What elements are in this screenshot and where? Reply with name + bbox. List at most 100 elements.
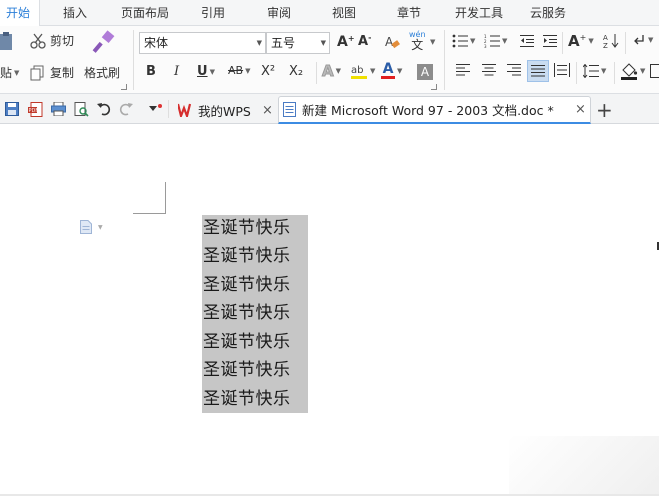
subscript-button[interactable]: X₂ [289,64,303,79]
text-line[interactable]: 圣诞节快乐 [203,271,303,299]
customize-toolbar-icon[interactable] [147,101,163,117]
text-line[interactable]: 圣诞节快乐 [203,242,303,270]
tab-my-wps-label: 我的WPS [198,103,251,119]
superscript-button[interactable]: X² [261,64,275,79]
menu-tab-insert[interactable]: 插入 [55,0,95,26]
divider [576,62,577,84]
align-right-button[interactable] [507,64,521,76]
numbered-list-icon: 123 [484,34,500,48]
align-justify-icon [531,65,545,77]
text-line[interactable]: 圣诞节快乐 [203,328,303,356]
strikethrough-button[interactable]: AB ▼ [228,64,250,77]
chevron-down-icon: ▼ [601,67,607,75]
text-line[interactable]: 圣诞节快乐 [203,356,303,384]
text-line[interactable]: 圣诞节快乐 [203,299,303,327]
bullets-button[interactable]: ▼ [452,34,475,48]
font-name-select[interactable]: 宋体 ▼ [139,32,266,54]
increase-indent-button[interactable] [543,34,557,48]
shading-button[interactable]: ▼ [620,62,645,80]
sort-button[interactable]: AZ [603,33,619,49]
pinyin-guide-button[interactable]: wén 文 [409,30,426,51]
line-spacing-button[interactable]: ▼ [583,64,606,78]
char-shading-button[interactable]: A [417,64,433,80]
borders-button[interactable] [650,64,659,78]
corner-watermark [509,436,659,496]
tab-document[interactable]: 新建 Microsoft Word 97 - 2003 文档.doc * × [278,96,591,124]
decrease-font-button[interactable]: A- [358,33,371,49]
close-icon[interactable]: × [262,103,273,118]
paste-dropdown[interactable]: 贴 ▼ [0,64,19,81]
align-left-button[interactable] [456,64,470,76]
paragraph-options[interactable]: ▼ [80,220,103,234]
close-icon[interactable]: × [575,102,586,117]
numbering-button[interactable]: 123 ▼ [484,34,507,48]
bold-button[interactable]: B [146,64,156,79]
chevron-down-icon: ▼ [588,37,594,45]
italic-button[interactable]: I [174,64,179,79]
menu-tab-developer[interactable]: 开发工具 [448,0,510,26]
font-color-button[interactable]: A ▼ [381,62,402,79]
font-launcher-icon[interactable] [431,84,437,90]
svg-text:3: 3 [484,44,487,48]
menu-tab-home[interactable]: 开始 [0,0,40,27]
font-size-select[interactable]: 五号 ▼ [266,32,330,54]
chevron-down-icon: ▼ [502,37,508,45]
chevron-down-icon: ▼ [397,66,403,75]
menu-tab-references[interactable]: 引用 [193,0,233,26]
format-painter-label: 格式刷 [84,66,121,80]
print-icon[interactable] [50,101,66,117]
cut-button[interactable]: 剪切 [30,32,74,49]
change-case-button[interactable]: A + ▼ [568,32,594,50]
export-pdf-icon[interactable]: PDF [27,101,43,117]
distribute-button[interactable] [554,63,570,77]
ribbon-home: 贴 ▼ 剪切 复制 格式刷 宋体 ▼ 五号 ▼ A + A- A wén 文 ▼… [0,26,659,94]
align-center-button[interactable] [482,64,496,76]
font-name-value: 宋体 [144,36,169,50]
cut-label: 剪切 [50,34,75,48]
tab-my-wps[interactable]: 我的WPS × [174,96,278,124]
print-preview-icon[interactable] [73,101,89,117]
text-effect-button[interactable]: A ▼ [322,62,341,81]
svg-text:PDF: PDF [28,108,38,114]
increase-font-icon: A [337,34,348,50]
highlight-button[interactable]: ab ▼ [350,62,375,80]
menu-tab-cloud[interactable]: 云服务 [522,0,574,26]
increase-font-button[interactable]: A + [337,34,355,51]
new-tab-button[interactable]: + [596,96,613,124]
pinyin-dropdown[interactable]: ▼ [428,38,435,46]
svg-text:A: A [603,34,608,42]
justify-button[interactable] [527,60,549,82]
redo-icon[interactable] [118,101,134,117]
highlighter-icon: ab [350,62,368,80]
menu-bar: 开始 插入 页面布局 引用 审阅 视图 章节 开发工具 云服务 [0,0,659,27]
decrease-indent-button[interactable] [520,34,534,48]
copy-button[interactable]: 复制 [30,64,74,81]
chevron-down-icon: ▼ [335,67,341,75]
save-icon[interactable] [4,101,20,117]
clear-format-button[interactable]: A [384,34,400,50]
distribute-icon [554,63,570,77]
menu-tab-review[interactable]: 审阅 [259,0,299,26]
menu-tab-view[interactable]: 视图 [324,0,364,26]
text-effect-icon: A [322,62,335,81]
divider [625,32,626,54]
chevron-down-icon: ▼ [98,223,103,231]
undo-icon[interactable] [96,101,112,117]
strikethrough-icon: AB [228,64,244,77]
text-line[interactable]: 圣诞节快乐 [203,214,303,242]
paragraph-marks-button[interactable]: ▼ [632,33,653,47]
paste-button[interactable] [0,32,14,52]
underline-button[interactable]: U ▼ [197,64,215,79]
menu-tab-page-layout[interactable]: 页面布局 [113,0,177,26]
clipboard-launcher-icon[interactable] [121,84,127,90]
svg-text:A: A [385,35,394,49]
divider [444,30,445,90]
chevron-down-icon: ▼ [370,67,376,75]
format-painter-button[interactable]: 格式刷 [84,64,120,81]
divider [133,30,134,90]
format-painter-icon-button[interactable] [92,30,116,54]
menu-tab-chapter[interactable]: 章节 [389,0,429,26]
document-icon [80,220,92,234]
text-line[interactable]: 圣诞节快乐 [203,385,303,413]
tab-document-label: 新建 Microsoft Word 97 - 2003 文档.doc * [302,103,554,118]
